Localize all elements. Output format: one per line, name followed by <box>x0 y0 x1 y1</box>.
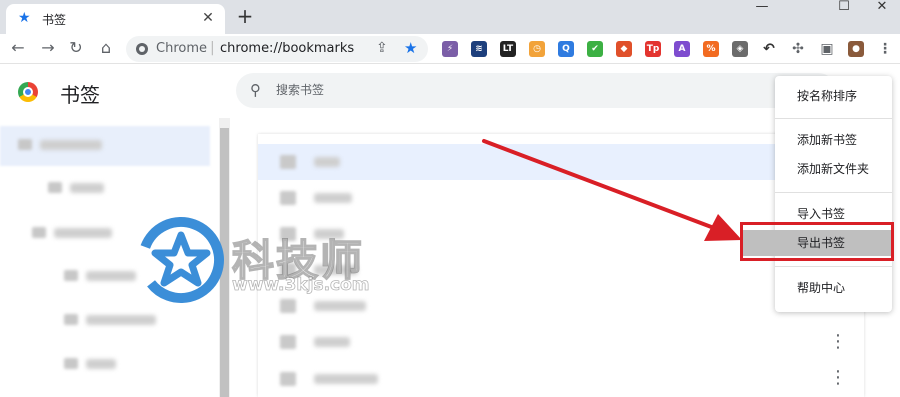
chrome-site-icon <box>136 43 148 55</box>
forward-button[interactable]: → <box>38 38 58 58</box>
bookmark-star-icon[interactable]: ★ <box>404 39 417 57</box>
curl-arrow-icon[interactable]: ↶ <box>761 41 777 57</box>
star-icon: ★ <box>18 10 31 26</box>
folder-tree <box>0 118 218 397</box>
folder-icon <box>280 227 296 241</box>
menu-item-add-folder[interactable]: 添加新文件夹 <box>775 156 892 182</box>
annotation-highlight-box <box>740 222 894 261</box>
folder-tree-scrollbar[interactable] <box>219 118 230 397</box>
back-button[interactable]: ← <box>8 38 28 58</box>
folder-icon <box>64 270 78 281</box>
page-title: 书签 <box>60 83 100 107</box>
blue-q-icon[interactable]: Q <box>558 41 574 57</box>
menu-kebab-icon[interactable]: ⋮ <box>877 41 893 57</box>
lt-icon[interactable]: LT <box>500 41 516 57</box>
tab-bookmarks[interactable]: ★ 书签 ✕ <box>6 4 225 34</box>
folder-icon <box>280 299 296 313</box>
more-actions-button[interactable]: ⋮ <box>828 330 848 354</box>
new-tab-button[interactable]: + <box>234 6 256 28</box>
chrome-logo <box>18 82 38 102</box>
more-actions-button[interactable]: ⋮ <box>828 366 848 390</box>
orange-clock-icon[interactable]: ◷ <box>529 41 545 57</box>
puzzle-icon[interactable]: ✣ <box>790 41 806 57</box>
home-button[interactable]: ⌂ <box>96 38 116 58</box>
green-check-icon[interactable]: ✔ <box>587 41 603 57</box>
purple-bolt-icon[interactable]: ⚡ <box>442 41 458 57</box>
organize-menu: 按名称排序 添加新书签 添加新文件夹 导入书签 导出书签 帮助中心 <box>741 76 892 312</box>
ublock-shield-icon[interactable]: ◈ <box>732 41 748 57</box>
omnibox-url: chrome://bookmarks <box>220 41 355 56</box>
folder-icon <box>280 372 296 386</box>
folder-icon <box>280 263 296 277</box>
brave-lion-icon[interactable]: ◆ <box>616 41 632 57</box>
menu-item-help-center[interactable]: 帮助中心 <box>775 275 892 301</box>
menu-divider <box>775 192 892 193</box>
search-input[interactable] <box>276 81 576 99</box>
purple-a-icon[interactable]: A <box>674 41 690 57</box>
list-item[interactable]: ⋮ <box>258 361 864 397</box>
profile-avatar-icon[interactable]: ● <box>848 41 864 57</box>
folder-icon <box>18 139 32 150</box>
folder-icon <box>48 182 62 193</box>
tab-title: 书签 <box>42 13 67 27</box>
toolbar: ← → ↻ ⌂ Chrome | chrome://bookmarks ⇪ ★ … <box>0 34 900 64</box>
omnibox-scheme: Chrome <box>156 41 207 56</box>
menu-item-add-bookmark[interactable]: 添加新书签 <box>775 127 892 153</box>
omnibox-divider: | <box>210 40 215 56</box>
search-bar[interactable]: ⚲ <box>236 73 836 108</box>
folder-icon <box>64 314 78 325</box>
side-panel-icon[interactable]: ▣ <box>819 41 835 57</box>
folder-icon <box>280 191 296 205</box>
blue-wave-icon[interactable]: ≋ <box>471 41 487 57</box>
maximize-button[interactable]: ☐ <box>824 0 864 14</box>
close-tab-icon[interactable]: ✕ <box>199 9 217 27</box>
bookmark-list: ⋮ ⋮ <box>258 134 864 397</box>
folder-icon <box>32 227 46 238</box>
minimize-button[interactable]: — <box>742 0 782 14</box>
tp-icon[interactable]: Tp <box>645 41 661 57</box>
share-icon[interactable]: ⇪ <box>376 40 388 56</box>
reload-button[interactable]: ↻ <box>66 38 86 58</box>
menu-divider <box>775 118 892 119</box>
search-icon: ⚲ <box>250 81 261 99</box>
list-item[interactable] <box>258 144 864 180</box>
address-bar[interactable]: Chrome | chrome://bookmarks ⇪ ★ <box>126 36 428 62</box>
menu-divider <box>775 266 892 267</box>
tab-strip: ★ 书签 ✕ + — ☐ ✕ <box>0 0 900 34</box>
scrollbar-thumb[interactable] <box>220 128 229 397</box>
menu-item-sort-by-name[interactable]: 按名称排序 <box>775 83 892 109</box>
close-window-button[interactable]: ✕ <box>862 0 900 14</box>
folder-icon <box>64 358 78 369</box>
folder-icon <box>280 155 296 169</box>
orange-percent-icon[interactable]: % <box>703 41 719 57</box>
list-item[interactable] <box>258 180 864 216</box>
list-item[interactable] <box>258 288 864 324</box>
